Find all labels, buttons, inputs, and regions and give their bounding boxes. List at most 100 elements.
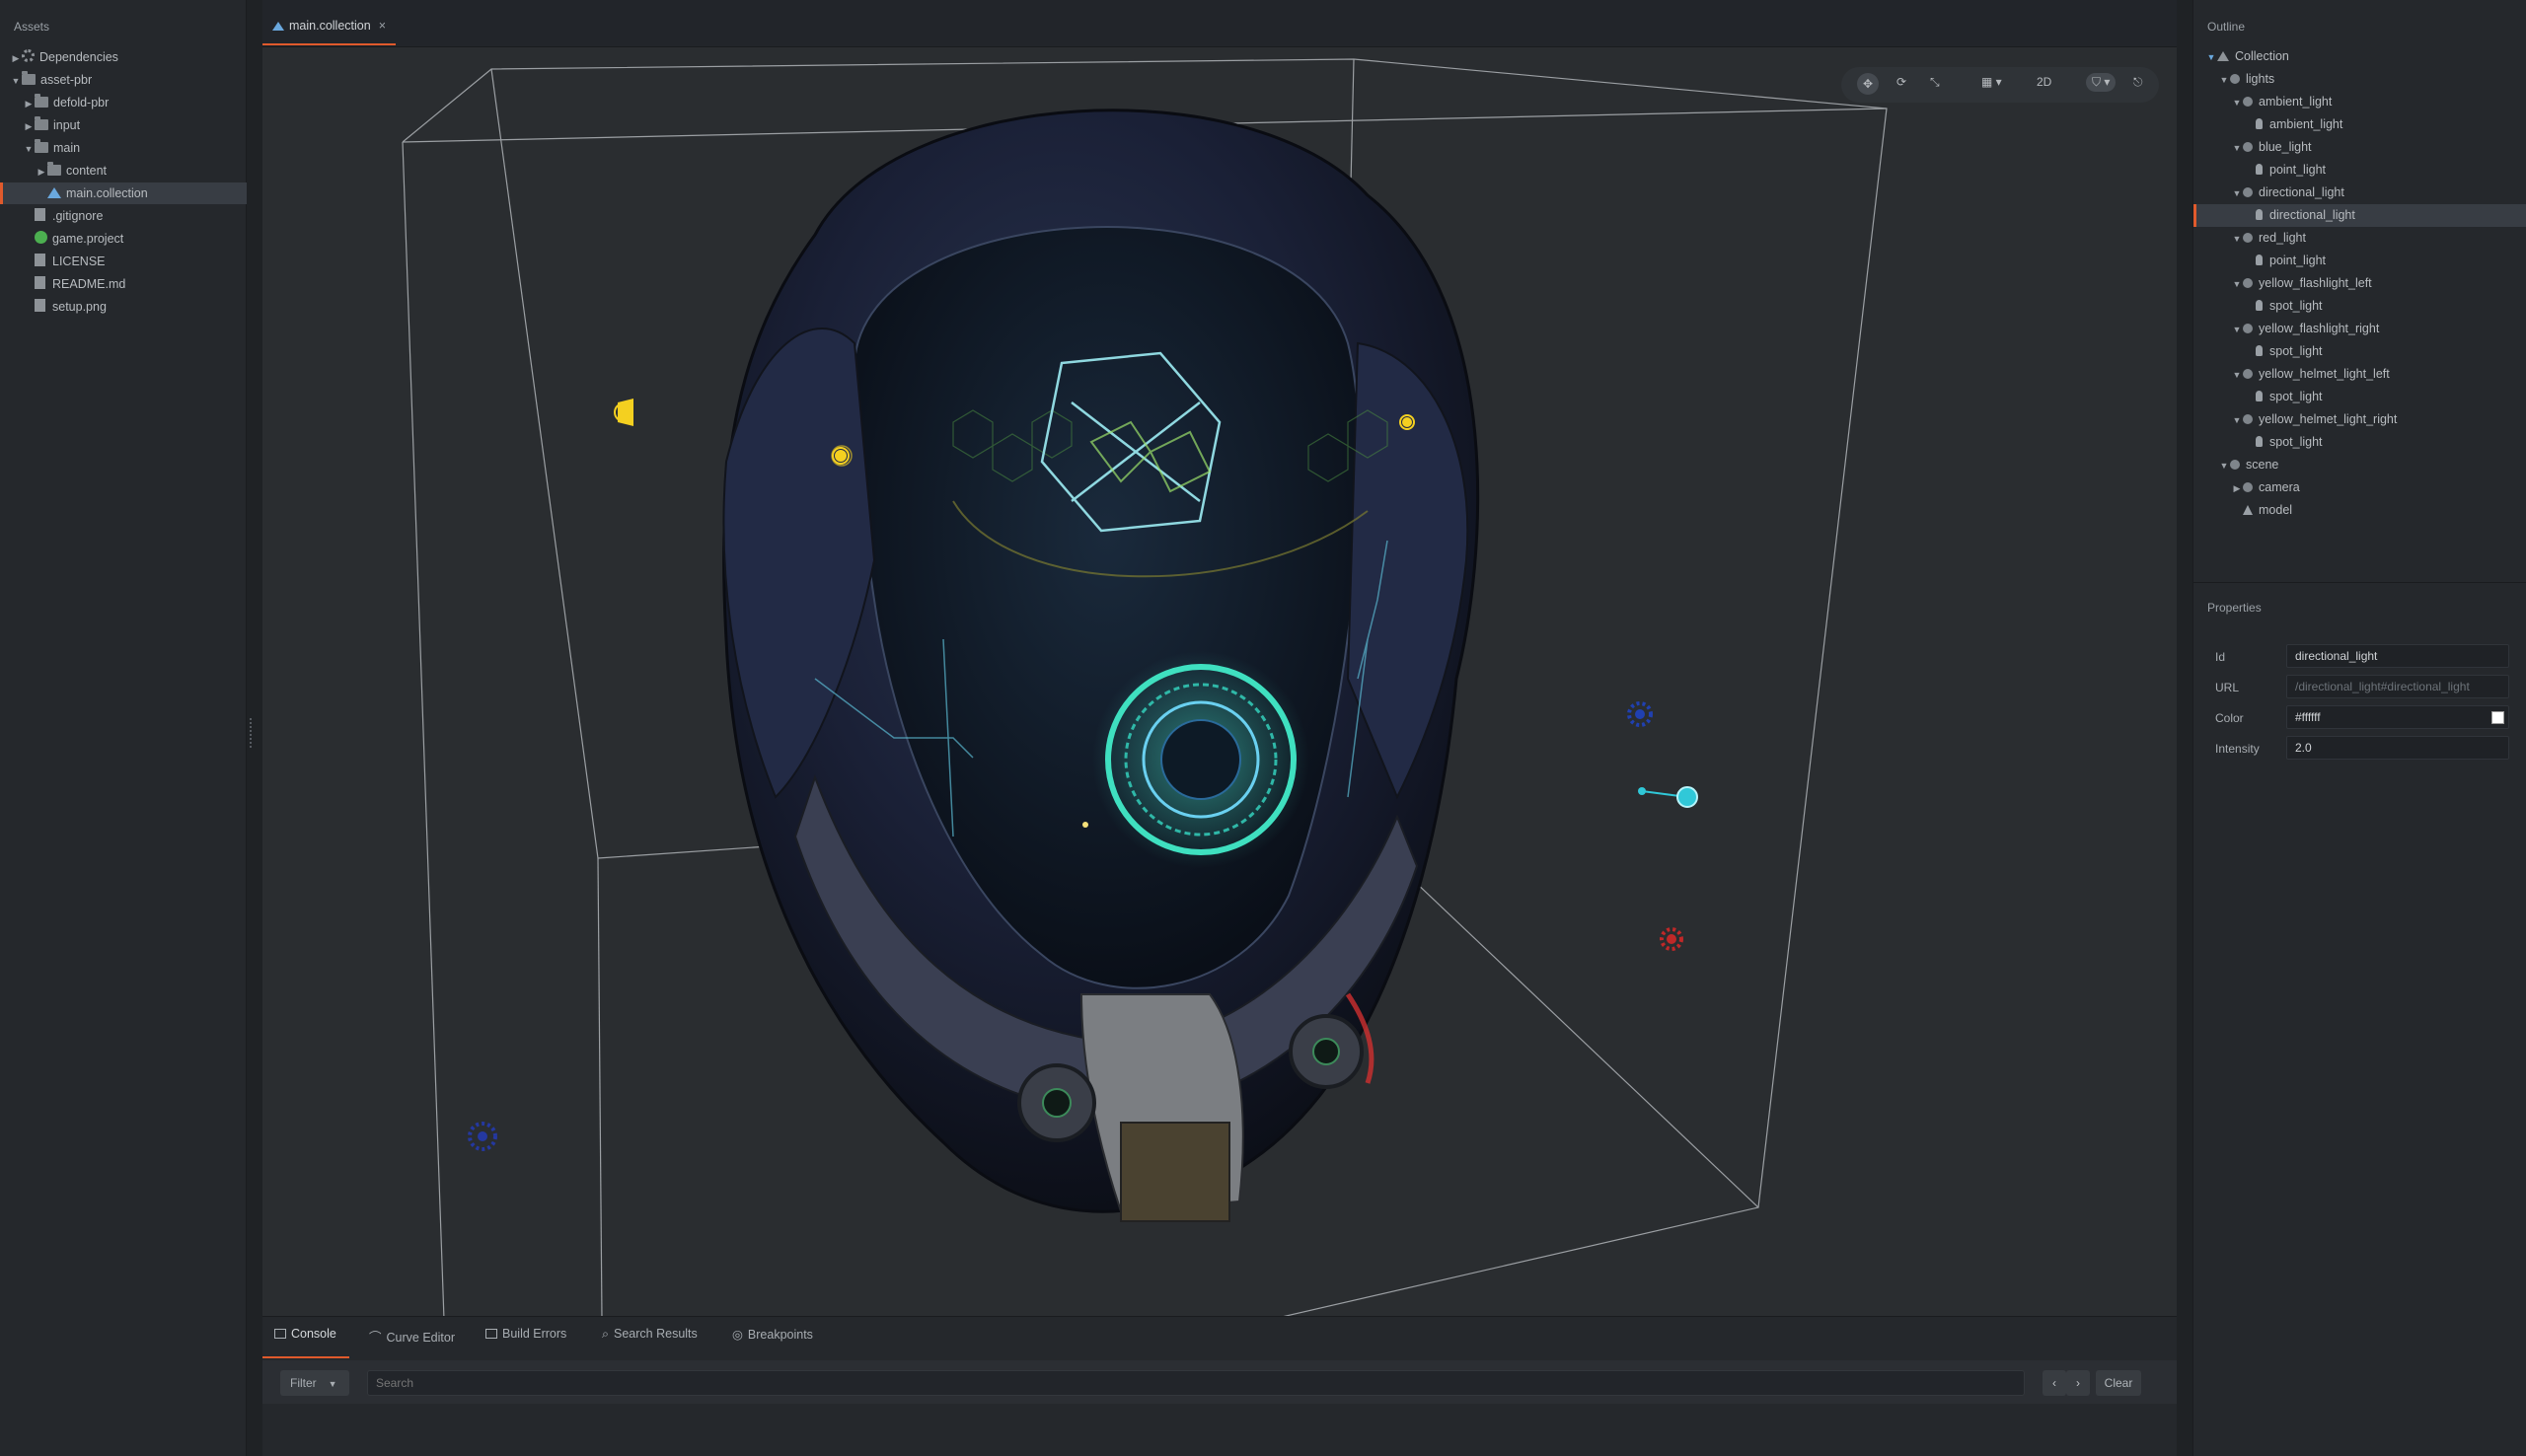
- viewport-toolbar: ✥ ⟳ ⤡ ▦ ▾ 2D ⛉ ▾ ⎋: [1841, 67, 2159, 103]
- asset-item-label: .gitignore: [52, 209, 104, 223]
- outline-item[interactable]: ▼ scene: [2193, 454, 2526, 476]
- expanded-arrow-icon[interactable]: ▼: [10, 70, 22, 92]
- expanded-arrow-icon[interactable]: ▼: [2205, 46, 2217, 69]
- outline-item[interactable]: ▼ yellow_flashlight_left: [2193, 272, 2526, 295]
- grid-icon[interactable]: ▦ ▾: [1981, 75, 2002, 89]
- collapsed-arrow-icon[interactable]: ▶: [23, 93, 35, 114]
- mode-2d-button[interactable]: 2D: [2037, 75, 2051, 89]
- scene-viewport[interactable]: ✥ ⟳ ⤡ ▦ ▾ 2D ⛉ ▾ ⎋: [262, 47, 2177, 1316]
- outline-item[interactable]: ▼ ambient_light: [2193, 91, 2526, 113]
- asset-item[interactable]: ▼ asset-pbr: [0, 69, 247, 91]
- outline-item[interactable]: spot_light: [2193, 386, 2526, 408]
- light-gizmo-ambient-light[interactable]: [468, 1122, 497, 1151]
- build-errors-icon: [485, 1329, 497, 1339]
- left-splitter-handle[interactable]: [250, 718, 256, 748]
- properties-panel: Properties Id directional_light URL /dir…: [2192, 582, 2526, 1456]
- light-gizmo-blue-light[interactable]: [1627, 701, 1653, 727]
- rotate-tool-icon[interactable]: ⟳: [1896, 75, 1906, 89]
- outline-item[interactable]: spot_light: [2193, 431, 2526, 454]
- outline-item[interactable]: ▼ blue_light: [2193, 136, 2526, 159]
- expanded-arrow-icon[interactable]: ▼: [2231, 182, 2243, 205]
- active-tab-indicator: [262, 1356, 349, 1358]
- id-field[interactable]: directional_light: [2286, 644, 2509, 668]
- outline-item-label: yellow_flashlight_left: [2259, 276, 2372, 290]
- collapsed-arrow-icon[interactable]: ▶: [2231, 477, 2243, 500]
- filter-dropdown[interactable]: Filter ▼: [280, 1370, 349, 1396]
- asset-item[interactable]: main.collection: [0, 182, 247, 204]
- color-field[interactable]: #ffffff: [2286, 705, 2509, 729]
- asset-item[interactable]: .gitignore: [0, 205, 247, 227]
- tab-console[interactable]: Console: [274, 1327, 336, 1341]
- light-icon: [2256, 209, 2263, 220]
- outline-item-label: ambient_light: [2269, 117, 2343, 131]
- asset-item[interactable]: game.project: [0, 228, 247, 250]
- outline-item[interactable]: ambient_light: [2193, 113, 2526, 136]
- expanded-arrow-icon[interactable]: ▼: [23, 138, 35, 160]
- outline-item[interactable]: directional_light: [2193, 204, 2526, 227]
- expanded-arrow-icon[interactable]: ▼: [2231, 273, 2243, 296]
- game-object-icon: [2243, 187, 2253, 197]
- tab-curve-editor[interactable]: ⌒ Curve Editor: [369, 1327, 455, 1346]
- asset-item[interactable]: setup.png: [0, 296, 247, 318]
- expanded-arrow-icon[interactable]: ▼: [2231, 364, 2243, 387]
- outline-item[interactable]: ▼ lights: [2193, 68, 2526, 91]
- light-gizmo-directional-light[interactable]: [1638, 786, 1698, 808]
- outline-item[interactable]: ▼ Collection: [2193, 45, 2526, 68]
- expanded-arrow-icon[interactable]: ▼: [2231, 228, 2243, 251]
- outline-item[interactable]: ▼ red_light: [2193, 227, 2526, 250]
- scale-tool-icon[interactable]: ⤡: [1930, 75, 1940, 90]
- outline-item[interactable]: ▼ yellow_helmet_light_right: [2193, 408, 2526, 431]
- game-object-icon: [2243, 482, 2253, 492]
- asset-item[interactable]: ▶ input: [0, 114, 247, 136]
- outline-item[interactable]: ▶ camera: [2193, 476, 2526, 499]
- clear-console-button[interactable]: Clear: [2096, 1370, 2141, 1396]
- tab-main-collection[interactable]: main.collection ×: [262, 12, 396, 45]
- next-match-button[interactable]: ›: [2066, 1370, 2090, 1396]
- asset-item[interactable]: LICENSE: [0, 251, 247, 272]
- asset-item[interactable]: ▶ defold-pbr: [0, 92, 247, 113]
- tab-breakpoints[interactable]: ◎ Breakpoints: [732, 1327, 813, 1342]
- expanded-arrow-icon[interactable]: ▼: [2231, 319, 2243, 341]
- curve-icon: ⌒: [369, 1331, 382, 1345]
- outline-item[interactable]: model: [2193, 499, 2526, 522]
- close-tab-icon[interactable]: ×: [379, 19, 386, 33]
- outline-item[interactable]: ▼ yellow_helmet_light_left: [2193, 363, 2526, 386]
- camera-reset-icon[interactable]: ⎋: [2133, 75, 2143, 90]
- asset-item[interactable]: ▼ main: [0, 137, 247, 159]
- light-gizmo-yellow-flashlight-left[interactable]: [614, 399, 633, 426]
- intensity-field[interactable]: 2.0: [2286, 736, 2509, 760]
- expanded-arrow-icon[interactable]: ▼: [2231, 92, 2243, 114]
- outline-item[interactable]: spot_light: [2193, 295, 2526, 318]
- light-gizmo-red-light[interactable]: [1660, 927, 1683, 951]
- outline-item[interactable]: ▼ directional_light: [2193, 182, 2526, 204]
- outline-item-label: yellow_helmet_light_left: [2259, 367, 2390, 381]
- tab-search-results[interactable]: ⌕ Search Results: [602, 1327, 698, 1342]
- visibility-filter-icon[interactable]: ⛉ ▾: [2086, 73, 2117, 92]
- expanded-arrow-icon[interactable]: ▼: [2218, 69, 2230, 92]
- move-tool-icon[interactable]: ✥: [1857, 73, 1879, 95]
- outline-item[interactable]: point_light: [2193, 250, 2526, 272]
- expanded-arrow-icon[interactable]: ▼: [2231, 137, 2243, 160]
- previous-match-button[interactable]: ‹: [2043, 1370, 2066, 1396]
- outline-item[interactable]: ▼ yellow_flashlight_right: [2193, 318, 2526, 340]
- project-gear-icon: [35, 231, 47, 244]
- outline-item-label: yellow_helmet_light_right: [2259, 412, 2398, 426]
- outline-item-label: point_light: [2269, 254, 2326, 267]
- asset-item-label: game.project: [52, 232, 124, 246]
- color-swatch[interactable]: [2491, 711, 2504, 724]
- collapsed-arrow-icon[interactable]: ▶: [23, 115, 35, 137]
- outline-item[interactable]: point_light: [2193, 159, 2526, 182]
- collapsed-arrow-icon[interactable]: ▶: [10, 47, 22, 69]
- collapsed-arrow-icon[interactable]: ▶: [36, 161, 47, 182]
- console-search-input[interactable]: [367, 1370, 2025, 1396]
- asset-item[interactable]: ▶ content: [0, 160, 247, 182]
- outline-item-label: directional_light: [2259, 185, 2344, 199]
- outline-item[interactable]: spot_light: [2193, 340, 2526, 363]
- asset-item[interactable]: ▶ Dependencies: [0, 46, 247, 68]
- tab-build-errors[interactable]: Build Errors: [485, 1327, 566, 1341]
- expanded-arrow-icon[interactable]: ▼: [2231, 409, 2243, 432]
- expanded-arrow-icon[interactable]: ▼: [2218, 455, 2230, 477]
- chevron-down-icon: ▼: [328, 1379, 337, 1389]
- outline-item-label: yellow_flashlight_right: [2259, 322, 2380, 335]
- asset-item[interactable]: README.md: [0, 273, 247, 295]
